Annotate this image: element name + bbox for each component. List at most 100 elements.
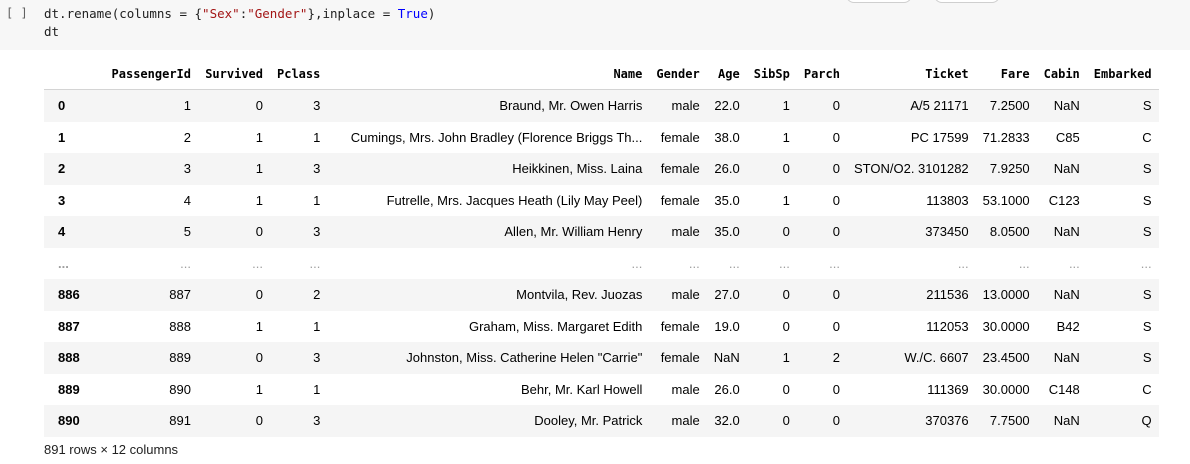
table-cell: 32.0 <box>714 413 740 429</box>
table-cell: 30.0000 <box>982 381 1030 397</box>
table-cell: 0 <box>782 224 790 240</box>
table-cell: 0 <box>832 161 840 177</box>
table-cell: 2 <box>313 287 321 303</box>
table-cell: Montvila, Rev. Juozas <box>516 287 643 303</box>
table-cell: ... <box>779 255 790 271</box>
table-cell: 1 <box>313 129 321 145</box>
code-text: dt.rename(columns = { <box>44 6 203 21</box>
cell-toolbar-button[interactable] <box>934 0 1000 3</box>
code-text: dt <box>44 24 60 39</box>
table-cell: 19.0 <box>714 318 740 334</box>
table-cell: 373450 <box>925 224 969 240</box>
table-cell: 0 <box>832 129 840 145</box>
table-cell: 1 <box>255 318 263 334</box>
table-cell: ... <box>252 255 263 271</box>
row-index: 2 <box>58 161 66 177</box>
table-cell: 53.1000 <box>982 192 1030 208</box>
table-shape-label: 891 rows × 12 columns <box>44 442 179 457</box>
table-cell: 3 <box>313 161 321 177</box>
column-header: Fare <box>975 58 1037 90</box>
table-cell: 0 <box>832 224 840 240</box>
table-cell: 0 <box>255 287 263 303</box>
row-index: 3 <box>58 192 66 208</box>
table-cell: ... <box>1018 255 1030 271</box>
column-header: PassengerId <box>95 58 198 90</box>
table-cell: Dooley, Mr. Patrick <box>534 413 643 429</box>
table-cell: 2 <box>183 129 191 145</box>
table-cell: PC 17599 <box>910 129 969 145</box>
table-cell: S <box>1142 98 1152 114</box>
table-row: 2 3 1 3 Heikkinen, Miss. Laina female 26.0 0 0 ST… <box>44 153 1159 185</box>
table-cell: C <box>1142 381 1152 397</box>
column-header: Ticket <box>846 58 976 90</box>
table-cell: 8.0500 <box>989 224 1030 240</box>
table-cell: NaN <box>713 350 740 366</box>
table-cell: 2 <box>832 350 840 366</box>
table-cell: C <box>1142 129 1152 145</box>
code-editor[interactable]: dt.rename(columns = {"Sex":"Gender"},inp… <box>44 5 435 41</box>
table-cell: 0 <box>832 192 840 208</box>
table-cell: ... <box>180 255 191 271</box>
row-index: 886 <box>58 287 80 303</box>
code-text: },inplace = <box>307 6 398 21</box>
table-cell: C85 <box>1055 129 1080 145</box>
table-cell: female <box>660 318 700 334</box>
column-header: Survived <box>198 58 270 90</box>
table-cell: ... <box>728 255 740 271</box>
table-cell: 887 <box>169 287 191 303</box>
table-cell: 1 <box>782 129 790 145</box>
table-cell: 889 <box>169 350 191 366</box>
table-cell: 0 <box>782 413 790 429</box>
row-index: 890 <box>58 413 80 429</box>
row-index: 887 <box>58 318 80 334</box>
table-cell: ... <box>1068 255 1080 271</box>
table-cell: C123 <box>1048 192 1080 208</box>
table-cell: female <box>660 161 700 177</box>
row-index: ... <box>58 255 69 271</box>
table-cell: 0 <box>782 381 790 397</box>
table-cell: NaN <box>1053 161 1080 177</box>
table-cell: S <box>1142 318 1152 334</box>
table-cell: 3 <box>313 224 321 240</box>
table-row: 890 891 0 3 Dooley, Mr. Patrick male 32.0 0 0 370… <box>44 405 1159 437</box>
table-cell: ... <box>957 255 969 271</box>
table-cell: ... <box>829 255 840 271</box>
table-cell: 0 <box>832 318 840 334</box>
header-row: PassengerId Survived Pclass Name Gender Age Si… <box>44 58 1159 90</box>
table-row: 1 2 1 1 Cumings, Mrs. John Bradley (Florence… <box>44 122 1159 154</box>
cell-toolbar-button[interactable] <box>846 0 912 3</box>
table-cell: NaN <box>1053 350 1080 366</box>
ellipsis-row: ....................................... <box>44 248 1159 280</box>
table-cell: NaN <box>1053 287 1080 303</box>
table-cell: 0 <box>782 161 790 177</box>
code-string: "Sex" <box>202 6 240 21</box>
table-cell: 1 <box>255 192 263 208</box>
table-cell: 0 <box>255 224 263 240</box>
table-cell: Braund, Mr. Owen Harris <box>499 98 643 114</box>
table-cell: C148 <box>1048 381 1080 397</box>
table-cell: Futrelle, Mrs. Jacques Heath (Lily May P… <box>386 192 643 208</box>
table-cell: male <box>671 224 700 240</box>
table-cell: 0 <box>782 318 790 334</box>
table-cell: 1 <box>255 161 263 177</box>
table-cell: 1 <box>313 381 321 397</box>
table-cell: 38.0 <box>714 129 740 145</box>
table-cell: Heikkinen, Miss. Laina <box>512 161 643 177</box>
code-string: "Gender" <box>247 6 308 21</box>
cell-output: PassengerId Survived Pclass Name Gender Age Si… <box>44 58 1159 437</box>
row-index: 4 <box>58 224 66 240</box>
run-cell-button[interactable]: [ ] <box>6 6 28 20</box>
table-row: 886 887 0 2 Montvila, Rev. Juozas male 27.0 0 0 2… <box>44 279 1159 311</box>
table-cell: 3 <box>313 413 321 429</box>
table-cell: S <box>1142 192 1152 208</box>
table-cell: STON/O2. 3101282 <box>853 161 969 177</box>
column-header: Pclass <box>270 58 328 90</box>
table-cell: Cumings, Mrs. John Bradley (Florence Bri… <box>350 129 643 145</box>
code-cell[interactable]: [ ] dt.rename(columns = {"Sex":"Gender"}… <box>0 0 1190 50</box>
table-cell: 26.0 <box>714 161 740 177</box>
table-cell: 112053 <box>926 318 969 334</box>
table-cell: ... <box>688 255 700 271</box>
table-cell: S <box>1142 287 1152 303</box>
table-cell: 71.2833 <box>982 129 1030 145</box>
table-cell: female <box>660 192 700 208</box>
